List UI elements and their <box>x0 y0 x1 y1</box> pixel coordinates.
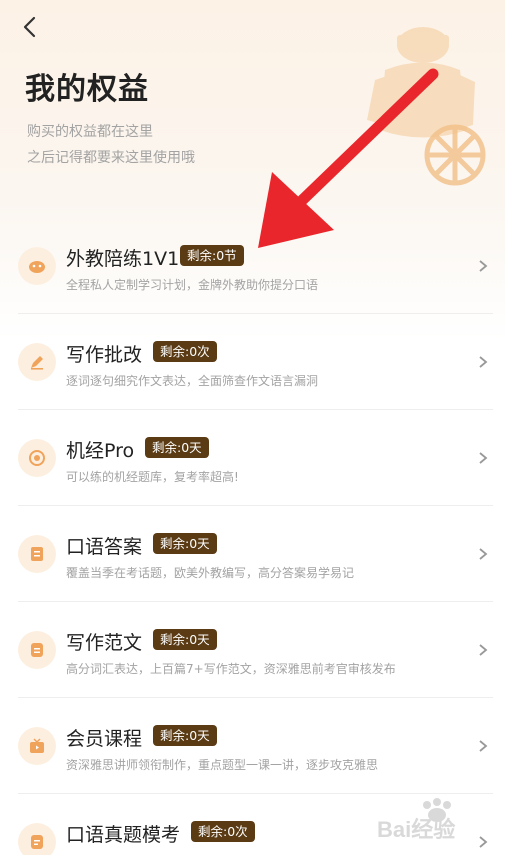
remaining-badge: 剩余:0次 <box>153 341 217 362</box>
benefit-description: 可以练的机经题库，复考率超高! <box>66 470 239 484</box>
chevron-left-icon <box>23 16 36 38</box>
benefit-item-writing-correction[interactable]: 写作批改 剩余:0次 逐词逐句细究作文表达，全面筛查作文语言漏洞 <box>18 314 493 410</box>
chevron-right-icon <box>479 740 488 752</box>
benefit-item-writing-samples[interactable]: 写作范文 剩余:0天 高分词汇表达，上百篇7+写作范文，资深雅思前考官审核发布 <box>18 602 493 698</box>
remaining-badge: 剩余:0天 <box>153 629 217 650</box>
subtitle-line-2: 之后记得都要来这里使用哦 <box>27 150 195 166</box>
remaining-badge: 剩余:0天 <box>145 437 209 458</box>
benefit-item-speaking-answers[interactable]: 口语答案 剩余:0天 覆盖当季在考话题，欧美外教编写，高分答案易学易记 <box>18 506 493 602</box>
remaining-badge: 剩余:0次 <box>191 821 255 842</box>
benefit-description: 高分词汇表达，上百篇7+写作范文，资深雅思前考官审核发布 <box>66 662 396 676</box>
exam-icon <box>18 823 56 855</box>
benefit-item-question-bank[interactable]: 机经Pro 剩余:0天 可以练的机经题库，复考率超高! <box>18 410 493 506</box>
watermark-logo-icon: Bai经验 <box>377 798 455 842</box>
document-icon <box>18 535 56 573</box>
watermark-text: Bai经验 <box>377 817 455 842</box>
note-icon <box>18 631 56 669</box>
benefit-description: 覆盖当季在考话题，欧美外教编写，高分答案易学易记 <box>66 566 355 580</box>
benefit-description: 全程私人定制学习计划，金牌外教助你提分口语 <box>66 278 319 292</box>
face-icon <box>18 247 56 285</box>
benefit-item-member-courses[interactable]: 会员课程 剩余:0天 资深雅思讲师领衔制作，重点题型一课一讲，逐步攻克雅思 <box>18 698 493 794</box>
benefit-name: 会员课程 <box>66 728 143 750</box>
benefit-name: 写作批改 <box>66 344 143 366</box>
pen-icon <box>18 343 56 381</box>
back-button[interactable] <box>14 12 44 42</box>
remaining-badge: 剩余:0天 <box>153 533 217 554</box>
remaining-badge: 剩余:0节 <box>180 245 244 266</box>
benefit-item-tutor[interactable]: 外教陪练1V1 剩余:0节 全程私人定制学习计划，金牌外教助你提分口语 <box>18 218 493 314</box>
tv-icon <box>18 727 56 765</box>
benefit-name: 口语真题模考 <box>66 824 181 846</box>
target-icon <box>18 439 56 477</box>
benefit-name: 写作范文 <box>66 632 143 654</box>
chevron-right-icon <box>479 260 488 272</box>
subtitle-line-1: 购买的权益都在这里 <box>27 124 153 140</box>
chevron-right-icon <box>479 644 488 656</box>
decorative-illustration <box>367 27 486 186</box>
benefits-list: 外教陪练1V1 剩余:0节 全程私人定制学习计划，金牌外教助你提分口语 写作批改… <box>18 218 493 855</box>
benefit-name: 外教陪练1V1 <box>66 248 180 270</box>
page-title: 我的权益 <box>25 72 149 107</box>
chevron-right-icon <box>479 356 488 368</box>
chevron-right-icon <box>479 548 488 560</box>
benefit-description: 逐词逐句细究作文表达，全面筛查作文语言漏洞 <box>66 374 319 388</box>
benefit-name: 机经Pro <box>66 440 135 462</box>
benefit-name: 口语答案 <box>66 536 143 558</box>
remaining-badge: 剩余:0天 <box>153 725 217 746</box>
benefit-description: 资深雅思讲师领衔制作，重点题型一课一讲，逐步攻克雅思 <box>66 758 379 772</box>
chevron-right-icon <box>479 452 488 464</box>
